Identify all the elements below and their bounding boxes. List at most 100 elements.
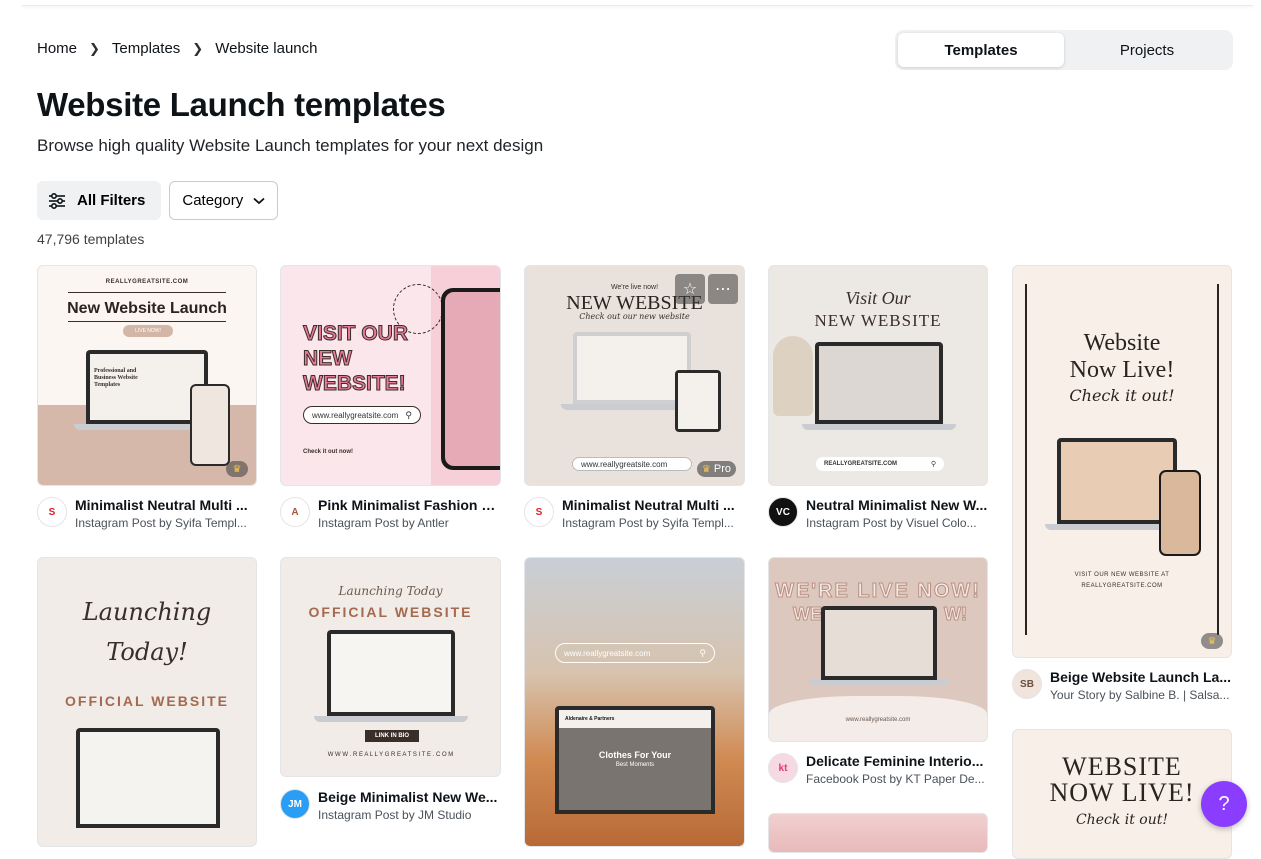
card-headline: VISIT OUR NEW WEBSITE! [303, 322, 409, 396]
tab-projects[interactable]: Projects [1064, 33, 1230, 67]
category-label: Category [182, 192, 244, 209]
card-script: Check out our new website [579, 312, 690, 321]
card-tag: LIVE NOW! [123, 325, 173, 337]
phone-mockup [190, 384, 230, 466]
all-filters-label: All Filters [77, 192, 146, 209]
card-title[interactable]: Pink Minimalist Fashion W... [318, 497, 502, 513]
avatar: JM [280, 789, 310, 819]
card-headline: OFFICIAL WEBSITE [308, 604, 473, 620]
card-title[interactable]: Minimalist Neutral Multi ... [562, 497, 746, 513]
template-card[interactable]: Visit Our NEW WEBSITE REALLYGREATSITE.CO… [768, 265, 988, 486]
laptop-mockup [314, 630, 468, 722]
card-title[interactable]: Neutral Minimalist New W... [806, 497, 990, 513]
avatar: kt [768, 753, 798, 783]
card-meta: VC Neutral Minimalist New W... Instagram… [768, 497, 990, 530]
screen-text: Professional and Business Website Templa… [94, 368, 138, 388]
card-cta: Check it out now! [303, 449, 353, 455]
template-card[interactable]: We're live now! NEW WEBSITE Check out ou… [524, 265, 745, 486]
template-card[interactable]: VISIT OUR NEW WEBSITE! www.reallygreatsi… [280, 265, 501, 486]
laptop-mockup [76, 728, 220, 828]
template-card[interactable]: Launching Today! OFFICIAL WEBSITE [37, 557, 257, 847]
card-meta: JM Beige Minimalist New We... Instagram … [280, 789, 502, 822]
star-icon[interactable]: ☆ [675, 274, 705, 304]
breadcrumb-templates[interactable]: Templates [112, 40, 180, 57]
template-count: 47,796 templates [37, 231, 145, 247]
card-script: Launching Today [338, 584, 443, 598]
card-script: Visit Our [845, 288, 911, 308]
view-toggle: Templates Projects [895, 30, 1233, 70]
template-card[interactable]: www.reallygreatsite.com ⚲ Aldenaire & Pa… [524, 557, 745, 847]
crown-icon: ♛ [701, 463, 711, 475]
card-title[interactable]: Beige Website Launch La... [1050, 669, 1234, 685]
template-card[interactable]: WE'RE LIVE NOW! WE W! www.reallygreatsit… [768, 557, 988, 742]
card-url: W W W . R E A L L Y G R E A T S I T E . … [327, 752, 454, 758]
card-subtitle[interactable]: Instagram Post by Visuel Colo... [806, 516, 990, 530]
avatar: SB [1012, 669, 1042, 699]
breadcrumb: Home ❯ Templates ❯ Website launch [37, 40, 318, 57]
card-url-bar: www.reallygreatsite.com ⚲ [555, 643, 715, 663]
laptop-mockup: Aldenaire & Partners Clothes For Your Be… [555, 706, 715, 814]
template-card[interactable]: WEBSITE NOW LIVE! Check it out! [1012, 729, 1232, 859]
card-subtitle[interactable]: Instagram Post by Syifa Templ... [562, 516, 746, 530]
card-subtitle[interactable]: Your Story by Salbine B. | Salsa... [1050, 688, 1234, 702]
breadcrumb-current: Website launch [215, 40, 318, 57]
card-headline: WE'RE LIVE NOW! [775, 580, 981, 603]
search-icon: ⚲ [699, 647, 706, 658]
card-footer: REALLYGREATSITE.COM [1081, 583, 1163, 589]
avatar: S [524, 497, 554, 527]
chevron-right-icon: ❯ [89, 40, 100, 56]
card-tag: LINK IN BIO [365, 730, 419, 742]
card-subtitle[interactable]: Instagram Post by Antler [318, 516, 502, 530]
vase-decor [773, 336, 813, 416]
template-card[interactable]: Launching Today OFFICIAL WEBSITE LINK IN… [280, 557, 501, 777]
card-subtitle[interactable]: Facebook Post by KT Paper De... [806, 772, 990, 786]
card-footer: VISIT OUR NEW WEBSITE AT [1074, 572, 1170, 578]
breadcrumb-home[interactable]: Home [37, 40, 77, 57]
card-url: www.reallygreatsite.com [845, 717, 911, 723]
laptop-mockup [809, 606, 949, 686]
card-script: Check it out! [1075, 812, 1169, 828]
card-url: REALLYGREATSITE.COM [824, 461, 898, 467]
crown-icon: ♛ [1201, 633, 1223, 649]
card-url-bar: REALLYGREATSITE.COM ⚲ [816, 457, 944, 471]
card-meta: SB Beige Website Launch La... Your Story… [1012, 669, 1234, 702]
avatar: A [280, 497, 310, 527]
page-subtitle: Browse high quality Website Launch templ… [37, 136, 544, 155]
tab-templates[interactable]: Templates [898, 33, 1064, 67]
screen-hero-sub: Best Moments [615, 762, 655, 768]
card-meta: S Minimalist Neutral Multi ... Instagram… [37, 497, 259, 530]
card-url: www.reallygreatsite.com [564, 648, 651, 658]
all-filters-button[interactable]: All Filters [37, 181, 162, 220]
avatar: VC [768, 497, 798, 527]
card-side-right: W! [944, 604, 968, 625]
screen-hero: Clothes For Your [598, 750, 672, 760]
avatar: S [37, 497, 67, 527]
crown-icon: ♛ [226, 461, 248, 477]
card-headline: Now Live! [1069, 357, 1175, 383]
card-meta: A Pink Minimalist Fashion W... Instagram… [280, 497, 502, 530]
pro-badge: ♛ Pro [696, 461, 736, 477]
more-options-icon[interactable]: ⋯ [708, 274, 738, 304]
chevron-down-icon [253, 197, 265, 204]
card-script: Check it out! [1069, 386, 1175, 405]
top-divider [22, 0, 1253, 6]
template-card[interactable]: REALLYGREATSITE.COM New Website Launch L… [37, 265, 257, 486]
card-url-bar: www.reallygreatsite.com ⚲ [303, 406, 421, 424]
help-button[interactable]: ? [1201, 781, 1247, 827]
category-dropdown[interactable]: Category [169, 181, 279, 220]
card-headline: Website [1083, 330, 1161, 356]
card-url: www.reallygreatsite.com [581, 459, 668, 469]
template-card[interactable] [768, 813, 988, 853]
card-title[interactable]: Delicate Feminine Interio... [806, 753, 990, 769]
card-brand: REALLYGREATSITE.COM [105, 279, 189, 285]
card-title[interactable]: Minimalist Neutral Multi ... [75, 497, 259, 513]
search-icon: ⚲ [405, 409, 412, 420]
template-card[interactable]: Website Now Live! Check it out! VISIT OU… [1012, 265, 1232, 658]
card-title[interactable]: Beige Minimalist New We... [318, 789, 502, 805]
card-subtitle[interactable]: Instagram Post by JM Studio [318, 808, 502, 822]
card-headline: NEW WEBSITE [814, 311, 942, 330]
filter-bar: All Filters Category [37, 181, 279, 220]
card-headline: NOW LIVE! [1049, 778, 1195, 807]
search-icon: ⚲ [930, 461, 936, 468]
card-subtitle[interactable]: Instagram Post by Syifa Templ... [75, 516, 259, 530]
